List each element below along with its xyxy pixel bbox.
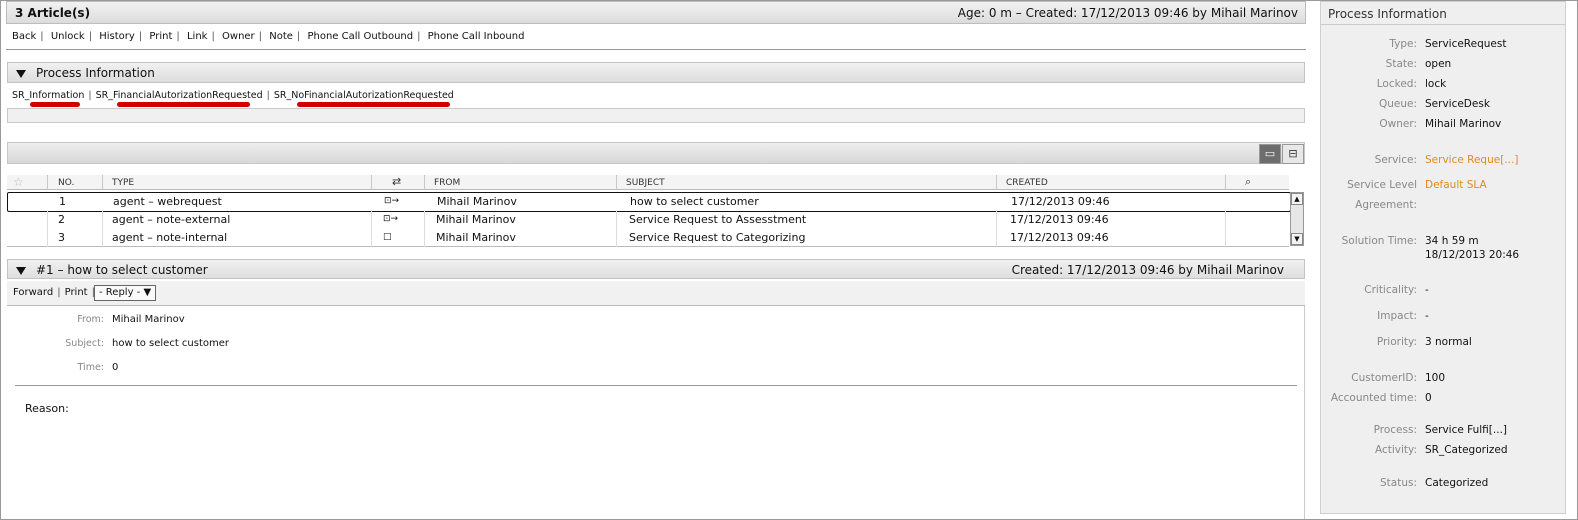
action-owner[interactable]: Owner	[222, 31, 255, 42]
action-print[interactable]: Print	[149, 31, 172, 42]
article-time-value: 0	[112, 362, 119, 373]
impact-value: -	[1425, 310, 1429, 322]
sla-link[interactable]: Default SLA	[1425, 179, 1487, 191]
article-from-value: Mihail Marinov	[112, 314, 185, 325]
red-underline-annotation	[117, 102, 250, 107]
attachment-icon[interactable]: ⌕	[1245, 175, 1251, 189]
star-icon[interactable]: ☆	[13, 175, 24, 189]
state-value: open	[1425, 58, 1452, 70]
ticket-action-menu: Back | Unlock | History | Print | Link | Owne…	[6, 28, 1306, 50]
article-table-header: ☆ NO. TYPE ⇄ FROM SUBJECT CREATED ⌕	[7, 175, 1289, 190]
locked-value: lock	[1425, 78, 1447, 90]
action-note[interactable]: Note	[269, 31, 293, 42]
column-subject[interactable]: SUBJECT	[626, 178, 665, 188]
article-subject-value: how to select customer	[112, 338, 230, 349]
article-body-text: Reason:	[25, 402, 69, 415]
owner-value: Mihail Marinov	[1425, 118, 1502, 130]
article-forward[interactable]: Forward	[13, 287, 53, 298]
tab-sr-information[interactable]: SR_Information	[12, 90, 84, 101]
table-bottom-border	[7, 246, 1289, 247]
red-underline-annotation	[30, 102, 80, 107]
customer-id-value: 100	[1425, 372, 1446, 384]
outgoing-icon: ⊡→	[383, 214, 399, 224]
process-info-header[interactable]: Process Information	[7, 62, 1305, 83]
outgoing-icon: ⊡→	[384, 196, 400, 206]
view-expanded-icon[interactable]: ⊟	[1282, 144, 1304, 164]
article-title: #1 – how to select customer	[36, 263, 208, 277]
view-collapsed-icon[interactable]: ▭	[1259, 144, 1281, 164]
collapse-triangle-icon[interactable]	[16, 266, 26, 275]
ticket-title-bar: 3 Article(s) Age: 0 m – Created: 17/12/2…	[6, 1, 1306, 24]
internal-note-icon: □	[383, 232, 392, 242]
reply-select[interactable]: - Reply - ▼	[94, 285, 157, 301]
table-scrollbar[interactable]: ▲ ▼	[1290, 192, 1304, 246]
table-row[interactable]: 2 agent – note-external ⊡→ Mihail Marino…	[7, 211, 1289, 229]
divider	[15, 385, 1297, 386]
article-body: From: Mihail Marinov Subject: how to sel…	[7, 306, 1305, 520]
article-action-menu: Forward|Print| - Reply - ▼	[7, 281, 1305, 306]
solution-time-value: 34 h 59 m	[1425, 235, 1479, 247]
process-info-footer	[7, 108, 1305, 123]
process-activity-tabs: SR_Information | SR_FinancialAutorizationR…	[12, 90, 454, 101]
action-phone-outbound[interactable]: Phone Call Outbound	[307, 31, 413, 42]
activity-value: SR_Categorized	[1425, 444, 1508, 456]
status-value: Categorized	[1425, 477, 1489, 489]
red-underline-annotation	[297, 102, 450, 107]
direction-icon[interactable]: ⇄	[392, 175, 401, 188]
action-back[interactable]: Back	[12, 31, 36, 42]
table-row[interactable]: 3 agent – note-internal □ Mihail Marinov…	[7, 229, 1289, 247]
article-list-toolbar: ▭ ⊟	[7, 142, 1305, 164]
scroll-down-icon[interactable]: ▼	[1291, 233, 1303, 245]
accounted-time-value: 0	[1425, 392, 1432, 404]
tab-sr-financial-autorization-requested[interactable]: SR_FinancialAutorizationRequested	[96, 90, 263, 101]
sidebar-title: Process Information	[1328, 7, 1447, 21]
action-history[interactable]: History	[99, 31, 135, 42]
action-phone-inbound[interactable]: Phone Call Inbound	[428, 31, 525, 42]
collapse-triangle-icon[interactable]	[16, 69, 26, 78]
chevron-down-icon: ▼	[143, 287, 152, 298]
column-created[interactable]: CREATED	[1006, 178, 1048, 188]
process-info-sidebar: Process Information Type: ServiceRequest…	[1320, 1, 1566, 514]
action-link[interactable]: Link	[187, 31, 207, 42]
ticket-age-created: Age: 0 m – Created: 17/12/2013 09:46 by …	[957, 6, 1298, 20]
priority-value: 3 normal	[1425, 336, 1472, 348]
process-value: Service Fulfi[...]	[1425, 424, 1508, 436]
column-no[interactable]: NO.	[58, 178, 74, 188]
article-created: Created: 17/12/2013 09:46 by Mihail Mari…	[1011, 263, 1284, 277]
article-header[interactable]: #1 – how to select customer Created: 17/…	[7, 259, 1305, 279]
criticality-value: -	[1425, 284, 1429, 296]
article-print[interactable]: Print	[65, 287, 88, 298]
scroll-up-icon[interactable]: ▲	[1291, 193, 1303, 205]
column-type[interactable]: TYPE	[112, 178, 134, 188]
articles-count-title: 3 Article(s)	[15, 6, 91, 20]
solution-time-date: 18/12/2013 20:46	[1425, 249, 1520, 261]
queue-value: ServiceDesk	[1425, 98, 1490, 110]
column-from[interactable]: FROM	[434, 178, 460, 188]
process-info-title: Process Information	[36, 66, 155, 80]
service-link[interactable]: Service Reque[...]	[1425, 154, 1518, 166]
action-unlock[interactable]: Unlock	[51, 31, 85, 42]
table-row[interactable]: 1 agent – webrequest ⊡→ Mihail Marinov h…	[7, 192, 1291, 212]
type-value: ServiceRequest	[1425, 38, 1507, 50]
tab-sr-no-financial-autorization-requested[interactable]: SR_NoFinancialAutorizationRequested	[274, 90, 454, 101]
